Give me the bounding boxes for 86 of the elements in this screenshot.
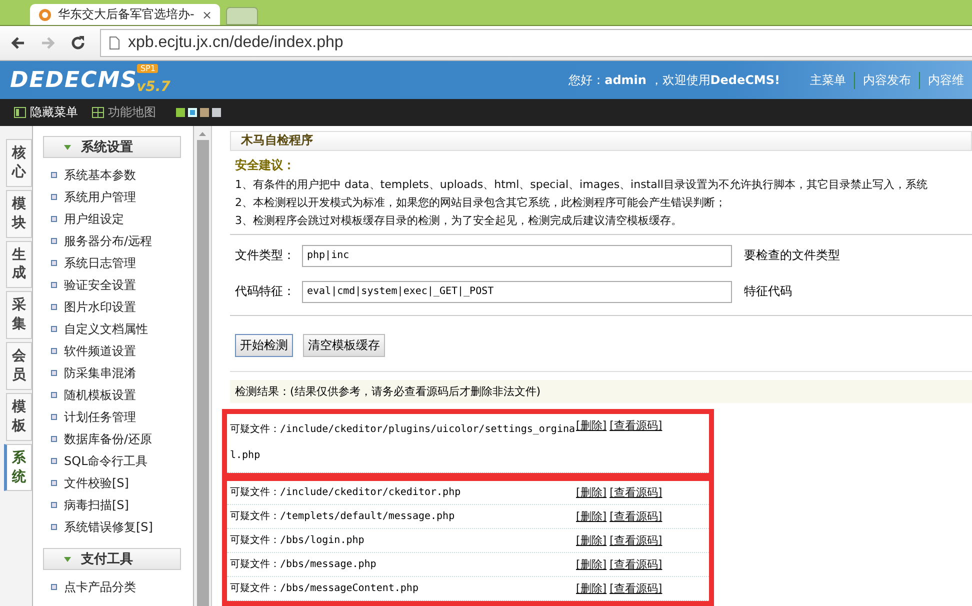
- panel-icon: [14, 107, 26, 118]
- file-path: 可疑文件：/include/ckeditor/plugins/uicolor/settings_orginal.php: [230, 422, 576, 463]
- logo: DEDECMS: [10, 68, 138, 92]
- advice-heading: 安全建议：: [235, 156, 296, 174]
- view-source-link[interactable]: [查看源码]: [610, 508, 662, 525]
- skin-swatch[interactable]: [212, 108, 221, 117]
- menu-group-header[interactable]: 系统设置: [43, 136, 181, 158]
- menu-item[interactable]: 图片水印设置: [43, 296, 193, 318]
- menu-item[interactable]: 服务器分布/远程: [43, 230, 193, 252]
- panel-title: 木马自检程序: [230, 131, 972, 151]
- caret-icon: [64, 144, 71, 150]
- side-tab[interactable]: 模板: [6, 392, 32, 441]
- menu-item[interactable]: 系统用户管理: [43, 186, 193, 208]
- delete-link[interactable]: [删除]: [576, 417, 607, 434]
- toolbar-item[interactable]: 功能地图: [92, 104, 156, 121]
- greeting-text: 您好：admin ，欢迎使用DedeCMS!: [568, 72, 780, 88]
- side-tab[interactable]: 生成: [6, 240, 32, 288]
- delete-link[interactable]: [删除]: [576, 508, 607, 525]
- field-label: 代码特征：: [235, 283, 296, 300]
- forward-icon[interactable]: [40, 35, 56, 51]
- skin-swatch[interactable]: [176, 108, 185, 117]
- advice-text: 1、有条件的用户把中 data、templets、uploads、html、special、images、install目录设置为不允许执行脚本，其它目录禁止写入，系统: [235, 176, 928, 192]
- menu-item[interactable]: SQL命令行工具: [43, 450, 193, 472]
- side-tab[interactable]: 会员: [6, 342, 32, 390]
- site-icon: [38, 8, 52, 22]
- page-icon: [109, 36, 120, 50]
- view-source-link[interactable]: [查看源码]: [610, 417, 662, 434]
- menu-item[interactable]: 随机模板设置: [43, 384, 193, 406]
- view-source-link[interactable]: [查看源码]: [610, 484, 662, 501]
- url-text: xpb.ecjtu.jx.cn/dede/index.php: [128, 34, 344, 52]
- file-path: 可疑文件：/templets/default/message.php: [230, 510, 456, 524]
- menu-item[interactable]: 自定义文档属性: [43, 318, 193, 340]
- scrollbar[interactable]: [194, 126, 212, 606]
- menu-item[interactable]: 点卡产品分类: [43, 576, 193, 598]
- scroll-up-icon[interactable]: [199, 132, 206, 136]
- menu-item[interactable]: 病毒扫描[S]: [43, 494, 193, 516]
- menu-item[interactable]: 软件频道设置: [43, 340, 193, 362]
- menu-item[interactable]: 验证安全设置: [43, 274, 193, 296]
- file-path: 可疑文件：/include/ckeditor/ckeditor.php: [230, 486, 462, 500]
- grid-icon: [92, 107, 104, 118]
- version-label: v5.7: [136, 79, 170, 95]
- menu-item[interactable]: 系统基本参数: [43, 164, 193, 186]
- version-badge: SP1: [137, 64, 158, 73]
- view-source-link[interactable]: [查看源码]: [610, 532, 662, 549]
- delete-link[interactable]: [删除]: [576, 580, 607, 597]
- address-bar[interactable]: xpb.ecjtu.jx.cn/dede/index.php: [100, 29, 972, 57]
- side-tab[interactable]: 系统: [4, 444, 32, 492]
- field-hint: 要检查的文件类型: [744, 247, 841, 264]
- tab-title: 华东交大后备军官选培办-: [58, 6, 196, 23]
- result-heading: 检测结果：(结果仅供参考，请务必查看源码后才删除非法文件): [230, 380, 972, 403]
- delete-link[interactable]: [删除]: [576, 532, 607, 549]
- browser-tab[interactable]: 华东交大后备军官选培办- ×: [30, 4, 220, 25]
- file-path: 可疑文件：/bbs/message.php: [230, 558, 378, 572]
- menu-item[interactable]: 防采集串混淆: [43, 362, 193, 384]
- view-source-link[interactable]: [查看源码]: [610, 580, 662, 597]
- file-path: 可疑文件：/bbs/messageContent.php: [230, 582, 420, 596]
- close-icon[interactable]: ×: [202, 8, 212, 22]
- action-button[interactable]: 开始检测: [235, 334, 293, 357]
- reload-icon[interactable]: [70, 35, 86, 51]
- caret-icon: [64, 556, 71, 562]
- menu-item[interactable]: 计划任务管理: [43, 406, 193, 428]
- file-path: 可疑文件：/bbs/login.php: [230, 534, 366, 548]
- field-hint: 特征代码: [744, 283, 793, 300]
- delete-link[interactable]: [删除]: [576, 484, 607, 501]
- menu-item[interactable]: 系统日志管理: [43, 252, 193, 274]
- skin-swatch[interactable]: [188, 108, 197, 117]
- advice-text: 2、本检测程以开发模式为标准，如果您的网站目录包含其它系统，此检测程序可能会产生错误判断；: [235, 194, 727, 210]
- menu-item[interactable]: 用户组设定: [43, 208, 193, 230]
- action-button[interactable]: 清空模板缓存: [303, 334, 385, 357]
- side-tab[interactable]: 采集: [6, 291, 32, 340]
- menu-group-header[interactable]: 支付工具: [43, 548, 181, 570]
- skin-swatch[interactable]: [200, 108, 209, 117]
- menu-item[interactable]: 文件校验[S]: [43, 472, 193, 494]
- input-field[interactable]: php|inc: [302, 244, 732, 267]
- toolbar-item[interactable]: 隐藏菜单: [14, 104, 78, 121]
- advice-text: 3、检测程序会跳过对模板缓存目录的检测，为了安全起见，检测完成后建议清空模板缓存。: [235, 212, 683, 228]
- delete-link[interactable]: [删除]: [576, 556, 607, 573]
- input-field[interactable]: eval|cmd|system|exec|_GET|_POST: [302, 280, 732, 303]
- menu-item[interactable]: 数据库备份/还原: [43, 428, 193, 450]
- new-tab-button[interactable]: [226, 7, 258, 25]
- menu-item[interactable]: 系统错误修复[S]: [43, 516, 193, 538]
- view-source-link[interactable]: [查看源码]: [610, 556, 662, 573]
- side-tab[interactable]: 核心: [6, 139, 32, 187]
- side-tab[interactable]: 模块: [6, 190, 32, 238]
- back-icon[interactable]: [10, 35, 26, 51]
- field-label: 文件类型：: [235, 247, 296, 264]
